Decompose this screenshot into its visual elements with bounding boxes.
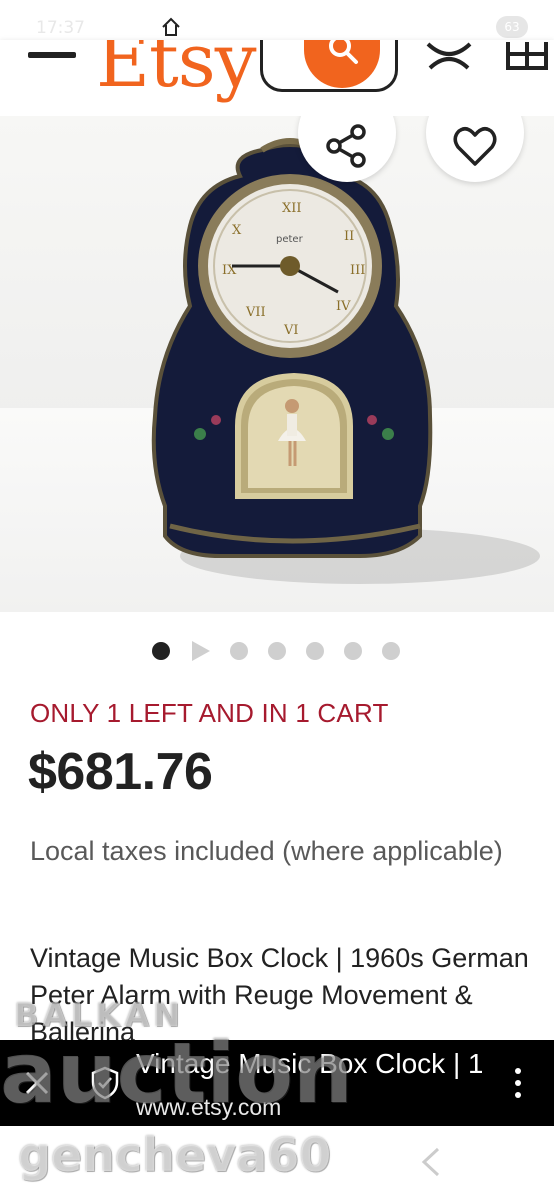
carousel-video-icon[interactable]	[192, 641, 210, 661]
status-time: 17:37	[36, 18, 85, 38]
user-icon[interactable]	[424, 40, 474, 72]
carousel-dot[interactable]	[268, 642, 286, 660]
more-options-icon[interactable]	[510, 1066, 526, 1100]
heart-icon	[453, 127, 497, 166]
status-bar: 17:37 63	[0, 0, 554, 40]
svg-text:VI: VI	[283, 323, 299, 338]
carousel-dot[interactable]	[344, 642, 362, 660]
search-icon	[329, 40, 358, 64]
carousel-dots	[150, 640, 410, 662]
svg-text:IV: IV	[336, 299, 351, 314]
svg-text:VII: VII	[245, 305, 266, 320]
tab-url: www.etsy.com	[136, 1094, 282, 1120]
stock-notice: ONLY 1 LEFT AND IN 1 CART	[30, 698, 389, 728]
system-nav-bar	[0, 1126, 554, 1200]
site-header: Etsy	[0, 40, 554, 116]
etsy-logo[interactable]: Etsy	[96, 40, 257, 104]
product-image[interactable]: peter XII II III IV VI VII IX X	[0, 116, 554, 612]
svg-text:peter: peter	[276, 234, 304, 245]
clock-photo: peter XIIIIIII IVVIVII IXX	[151, 138, 540, 584]
tax-note: Local taxes included (where applicable)	[30, 836, 503, 866]
custom-tab-bar: Vintage Music Box Clock | 1960s German P…	[0, 1040, 554, 1126]
hamburger-icon[interactable]	[28, 52, 76, 58]
svg-text:XII: XII	[282, 201, 302, 216]
svg-text:II: II	[344, 229, 354, 244]
back-icon[interactable]	[420, 1146, 442, 1178]
carousel-dot[interactable]	[306, 642, 324, 660]
cart-icon[interactable]	[504, 40, 550, 72]
carousel-dot[interactable]	[230, 642, 248, 660]
price: $681.76	[28, 743, 213, 801]
shield-icon[interactable]	[90, 1066, 120, 1100]
svg-text:III: III	[350, 263, 365, 278]
close-icon[interactable]	[22, 1068, 52, 1098]
tab-page-title: Vintage Music Box Clock | 1960s German P…	[136, 1048, 482, 1079]
home-icon	[162, 17, 180, 36]
battery-indicator: 63	[496, 16, 528, 38]
svg-text:X: X	[232, 223, 242, 238]
share-icon	[326, 124, 366, 168]
listing-title: Vintage Music Box Clock | 1960s German P…	[30, 943, 529, 1047]
carousel-dot-active[interactable]	[152, 642, 170, 660]
carousel-dot[interactable]	[382, 642, 400, 660]
